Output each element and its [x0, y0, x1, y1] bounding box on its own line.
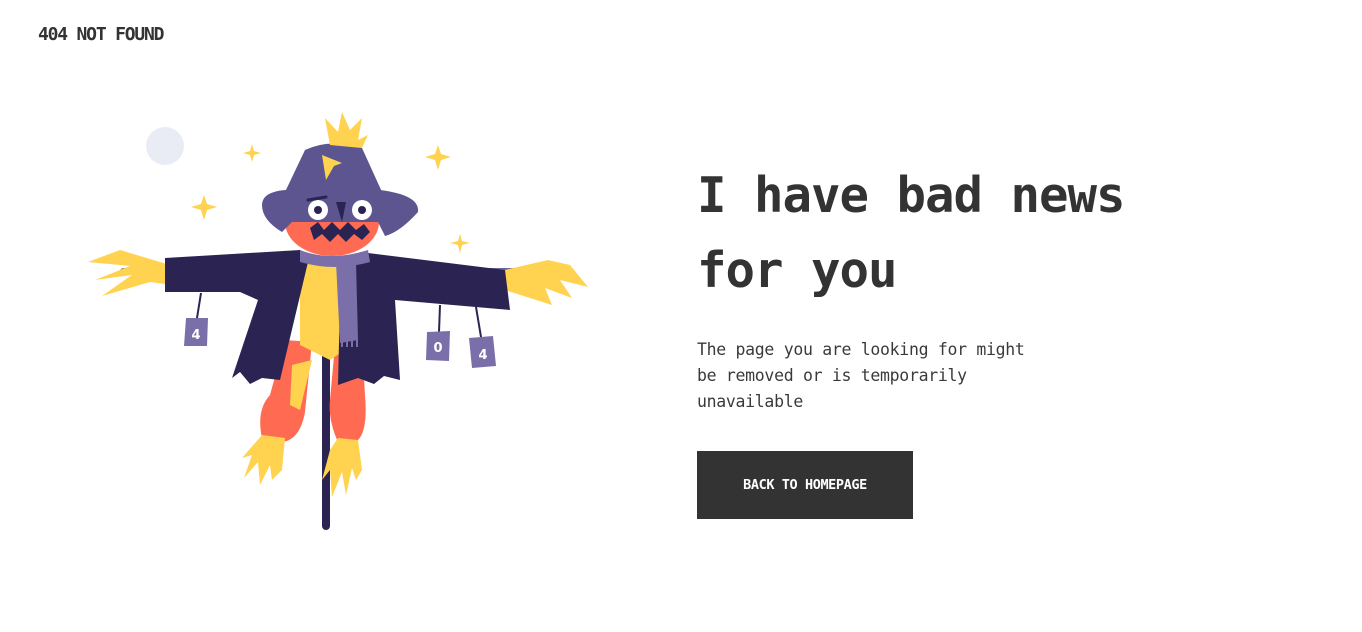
- error-description: The page you are looking for might be re…: [697, 340, 1025, 411]
- pole: [322, 330, 330, 530]
- hanging-can-2: 0: [426, 331, 450, 361]
- svg-text:4: 4: [478, 348, 487, 363]
- main-heading: I have bad news for you: [697, 167, 1126, 299]
- back-to-homepage-button[interactable]: BACK TO HOMEPAGE: [697, 451, 913, 519]
- hanging-can-1: 4: [184, 318, 208, 346]
- svg-text:4: 4: [191, 328, 200, 343]
- page-title-404: 404 NOT FOUND: [38, 24, 164, 45]
- svg-text:0: 0: [433, 341, 442, 356]
- scarecrow-illustration: 4 0 4: [80, 100, 600, 540]
- hanging-can-3: 4: [469, 336, 496, 368]
- moon-shape: [146, 127, 184, 165]
